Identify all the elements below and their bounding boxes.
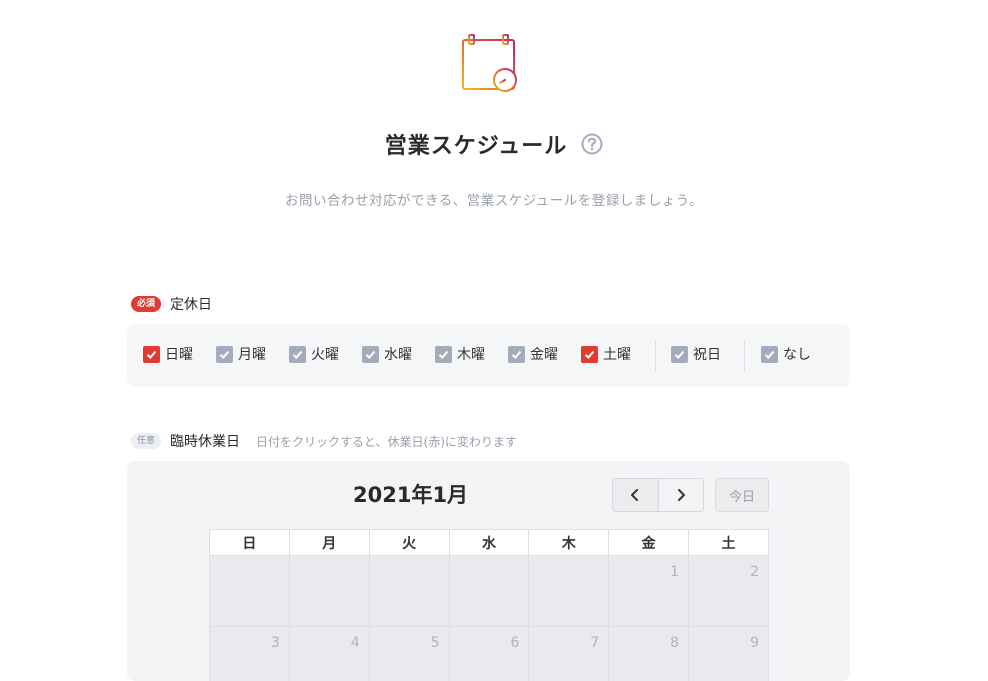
calendar-day-cell[interactable]: 3 (210, 627, 290, 681)
check-icon[interactable] (289, 346, 306, 363)
calendar-week-row: 1 2 (210, 556, 769, 627)
weekday-header: 月 (289, 530, 369, 556)
section-title: 臨時休業日 (170, 431, 240, 451)
checkbox-label: 火曜 (311, 344, 339, 364)
regular-holidays-label: 必須 定休日 (131, 294, 212, 314)
date-number: 5 (370, 627, 449, 651)
page-title: 営業スケジュール (385, 128, 567, 160)
date-number: 8 (609, 627, 688, 651)
checkbox-wednesday[interactable]: 水曜 (362, 344, 412, 364)
checkbox-monday[interactable]: 月曜 (216, 344, 266, 364)
divider (744, 340, 745, 372)
checkbox-label: 祝日 (693, 344, 721, 364)
chevron-right-icon (674, 488, 688, 502)
date-number: 3 (210, 627, 289, 651)
calendar-day-cell[interactable]: 8 (609, 627, 689, 681)
checkbox-none[interactable]: なし (761, 344, 811, 364)
chevron-left-icon (628, 488, 642, 502)
weekday-header: 水 (449, 530, 529, 556)
prev-month-button[interactable] (613, 479, 658, 511)
checkbox-friday[interactable]: 金曜 (508, 344, 558, 364)
calendar-day-cell[interactable]: 7 (529, 627, 609, 681)
date-number (210, 556, 289, 564)
temporary-holidays-label: 任意 臨時休業日 日付をクリックすると、休業日(赤)に変わります (131, 431, 517, 451)
calendar-day-cell[interactable] (210, 556, 290, 627)
calendar-day-cell[interactable] (289, 556, 369, 627)
weekday-header: 火 (369, 530, 449, 556)
optional-badge: 任意 (131, 433, 161, 449)
weekday-header-row: 日 月 火 水 木 金 土 (210, 530, 769, 556)
checkbox-label: 日曜 (165, 344, 193, 364)
date-number: 4 (290, 627, 369, 651)
divider (655, 340, 656, 372)
check-icon[interactable] (435, 346, 452, 363)
calendar-day-cell[interactable]: 6 (449, 627, 529, 681)
calendar-day-cell[interactable]: 1 (609, 556, 689, 627)
calendar-day-cell[interactable] (449, 556, 529, 627)
calendar-day-cell[interactable]: 5 (369, 627, 449, 681)
date-number (370, 556, 449, 564)
checkbox-tuesday[interactable]: 火曜 (289, 344, 339, 364)
date-number (450, 556, 529, 564)
section-title: 定休日 (170, 294, 212, 314)
page-subtitle: お問い合わせ対応ができる、営業スケジュールを登録しましょう。 (0, 189, 988, 209)
next-month-button[interactable] (658, 479, 704, 511)
checkbox-label: 木曜 (457, 344, 485, 364)
date-number (529, 556, 608, 564)
checkbox-label: なし (783, 344, 811, 364)
calendar-grid: 日 月 火 水 木 金 土 1 2 3 4 5 (209, 529, 769, 681)
date-number: 1 (609, 556, 688, 580)
calendar-day-cell[interactable] (529, 556, 609, 627)
weekday-header: 土 (689, 530, 769, 556)
calendar-day-cell[interactable]: 2 (689, 556, 769, 627)
check-icon[interactable] (581, 346, 598, 363)
calendar-day-cell[interactable]: 4 (289, 627, 369, 681)
check-icon[interactable] (216, 346, 233, 363)
date-number: 7 (529, 627, 608, 651)
checkbox-label: 月曜 (238, 344, 266, 364)
today-button[interactable]: 今日 (715, 478, 769, 512)
weekday-header: 木 (529, 530, 609, 556)
month-nav (612, 478, 704, 512)
checkbox-label: 金曜 (530, 344, 558, 364)
calendar-month-title: 2021年1月 (353, 479, 468, 509)
calendar-panel: 2021年1月 今日 日 月 火 水 木 金 土 (127, 461, 850, 681)
section-hint: 日付をクリックすると、休業日(赤)に変わります (256, 433, 517, 450)
calendar-day-cell[interactable]: 9 (689, 627, 769, 681)
checkbox-saturday[interactable]: 土曜 (581, 344, 631, 364)
checkbox-label: 土曜 (603, 344, 631, 364)
question-circle-icon[interactable] (581, 133, 603, 155)
page-title-row: 営業スケジュール (0, 128, 988, 160)
checkbox-national-holiday[interactable]: 祝日 (671, 344, 721, 364)
date-number: 9 (689, 627, 768, 651)
date-number: 2 (689, 556, 768, 580)
calendar-day-cell[interactable] (369, 556, 449, 627)
calendar-clock-icon (459, 32, 521, 94)
check-icon[interactable] (508, 346, 525, 363)
checkbox-sunday[interactable]: 日曜 (143, 344, 193, 364)
required-badge: 必須 (131, 296, 161, 312)
regular-holidays-panel: 日曜 月曜 火曜 水曜 木曜 金曜 土曜 祝日 なし (127, 324, 850, 387)
date-number (290, 556, 369, 564)
check-icon[interactable] (671, 346, 688, 363)
weekday-header: 金 (609, 530, 689, 556)
checkbox-thursday[interactable]: 木曜 (435, 344, 485, 364)
calendar-week-row: 3 4 5 6 7 8 9 (210, 627, 769, 681)
weekday-header: 日 (210, 530, 290, 556)
check-icon[interactable] (362, 346, 379, 363)
checkbox-label: 水曜 (384, 344, 412, 364)
check-icon[interactable] (143, 346, 160, 363)
check-icon[interactable] (761, 346, 778, 363)
date-number: 6 (450, 627, 529, 651)
